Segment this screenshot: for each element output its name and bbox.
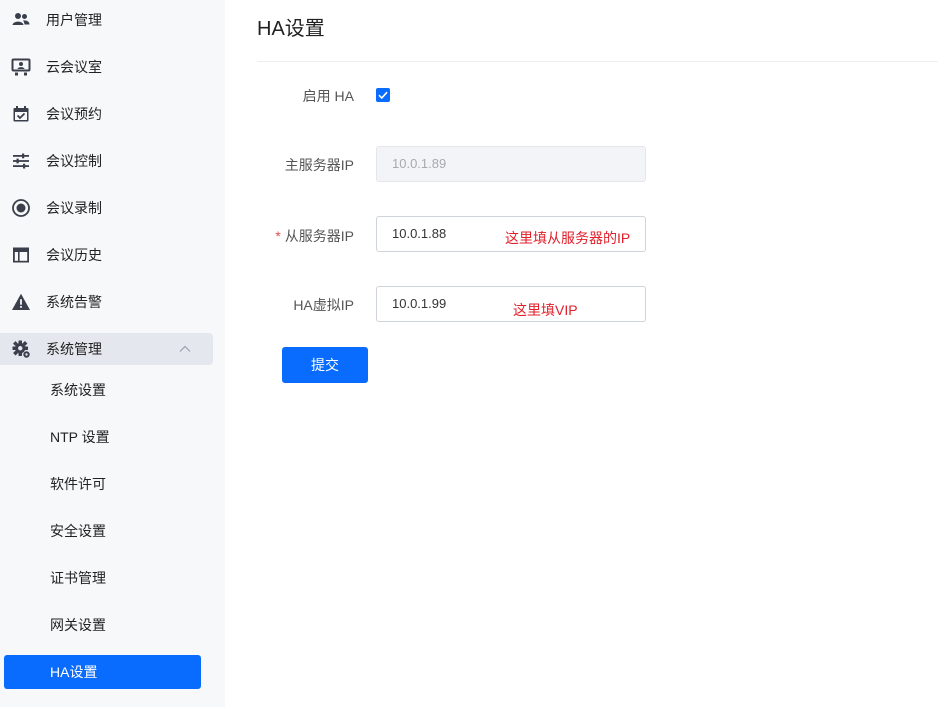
sidebar-item-label: 用户管理 (46, 12, 102, 28)
sidebar-subitem-certificate-management[interactable]: 证书管理 (4, 561, 201, 595)
sidebar-item-system-alarm[interactable]: 系统告警 (0, 286, 213, 318)
enable-ha-label: 启用 HA (302, 88, 354, 104)
vip-label: HA虚拟IP (293, 297, 354, 313)
record-icon (11, 198, 31, 218)
calendar-check-icon (11, 104, 31, 124)
sidebar-subitem-label: 系统设置 (50, 382, 106, 398)
sidebar-item-meeting-control[interactable]: 会议控制 (0, 145, 213, 177)
secondary-ip-label: 从服务器IP (284, 228, 354, 244)
submit-button[interactable]: 提交 (282, 347, 368, 383)
sidebar-item-cloud-meeting-room[interactable]: 云会议室 (0, 51, 213, 83)
sidebar-item-label: 会议录制 (46, 200, 102, 216)
sidebar-item-label: 会议预约 (46, 106, 102, 122)
sidebar-subitem-label: 安全设置 (50, 523, 106, 539)
warning-icon (11, 292, 31, 312)
sliders-icon (11, 151, 31, 171)
sidebar-item-label: 系统管理 (46, 341, 102, 357)
vip-annotation: 这里填VIP (513, 302, 578, 318)
sidebar-item-label: 系统告警 (46, 294, 102, 310)
sidebar-item-label: 会议控制 (46, 153, 102, 169)
sidebar-item-label: 云会议室 (46, 59, 102, 75)
sidebar-item-meeting-history[interactable]: 会议历史 (0, 239, 213, 271)
gear-icon (11, 339, 31, 359)
secondary-ip-label-row: * 从服务器IP (225, 226, 354, 246)
sidebar-subitem-ntp-settings[interactable]: NTP 设置 (4, 420, 201, 454)
sidebar-subitem-label: 软件许可 (50, 476, 106, 492)
secondary-ip-annotation: 这里填从服务器的IP (505, 230, 631, 246)
sidebar-subitem-label: NTP 设置 (50, 429, 110, 445)
sidebar-item-label: 会议历史 (46, 247, 102, 263)
page-title: HA设置 (257, 18, 325, 40)
sidebar-subitem-gateway-settings[interactable]: 网关设置 (4, 608, 201, 642)
users-icon (11, 10, 31, 30)
sidebar-subitem-software-license[interactable]: 软件许可 (4, 467, 201, 501)
sidebar-subitem-label: 网关设置 (50, 617, 106, 633)
main-content: HA设置 启用 HA 主服务器IP 10.0.1.89 * 从服务器IP 10.0… (225, 0, 938, 707)
sidebar-item-meeting-recording[interactable]: 会议录制 (0, 192, 213, 224)
history-table-icon (11, 245, 31, 265)
chevron-up-icon (178, 343, 192, 355)
primary-ip-label: 主服务器IP (284, 157, 354, 173)
required-mark: * (275, 228, 281, 244)
vip-input[interactable]: 10.0.1.99 (376, 286, 646, 322)
sidebar-item-meeting-booking[interactable]: 会议预约 (0, 98, 213, 130)
enable-ha-checkbox[interactable] (376, 88, 390, 102)
sidebar-subitem-security-settings[interactable]: 安全设置 (4, 514, 201, 548)
sidebar-subitem-label: 证书管理 (50, 570, 106, 586)
sidebar-item-system-management[interactable]: 系统管理 (0, 333, 213, 365)
primary-ip-input[interactable]: 10.0.1.89 (376, 146, 646, 182)
sidebar: 用户管理 云会议室 会议预约 会议控制 会议录制 会议历史 系统告警 系统管理 … (0, 0, 225, 707)
sidebar-subitem-ha-settings[interactable]: HA设置 (4, 655, 201, 689)
meeting-room-icon (11, 57, 31, 77)
sidebar-subitem-system-settings[interactable]: 系统设置 (4, 373, 201, 407)
sidebar-subitem-label: HA设置 (50, 664, 98, 680)
checkmark-icon (378, 91, 388, 100)
divider (257, 61, 938, 62)
sidebar-item-user-management[interactable]: 用户管理 (0, 4, 213, 36)
